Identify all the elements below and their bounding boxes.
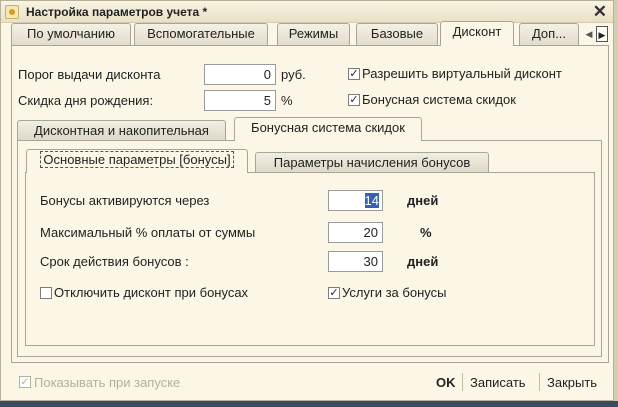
tab-auxiliary[interactable]: Вспомогательные: [134, 23, 268, 45]
ok-button[interactable]: OK: [436, 375, 456, 390]
tab-discount[interactable]: Дисконт: [440, 21, 514, 46]
save-button[interactable]: Записать: [470, 375, 526, 390]
footer-separator: [462, 373, 463, 391]
footer-separator: [539, 373, 540, 391]
threshold-label: Порог выдачи дисконта: [18, 67, 161, 82]
bonus-system-panel: Основные параметры [бонусы] Параметры на…: [17, 140, 602, 357]
window-title: Настройка параметров учета *: [26, 5, 208, 19]
allow-virtual-discount-checkbox[interactable]: ✓: [348, 68, 360, 80]
tab-main-bonus-params-label: Основные параметры [бонусы]: [40, 151, 234, 168]
birthday-discount-unit: %: [281, 93, 293, 108]
bonus-activate-label: Бонусы активируются через: [40, 193, 210, 208]
disable-discount-label[interactable]: Отключить дисконт при бонусах: [54, 285, 248, 300]
birthday-discount-input[interactable]: 5: [204, 90, 276, 111]
threshold-input[interactable]: 0: [204, 64, 276, 85]
bonus-activate-input[interactable]: 14: [328, 190, 383, 211]
window-edge: [614, 0, 618, 401]
tab-discount-accumulative[interactable]: Дисконтная и накопительная: [17, 120, 226, 141]
tab-scroll-right-icon[interactable]: ▶: [596, 26, 608, 42]
bonus-system-checkbox[interactable]: ✓: [348, 94, 360, 106]
max-payment-percent-label: Максимальный % оплаты от суммы: [40, 225, 256, 240]
bonus-activate-unit: дней: [407, 193, 439, 208]
title-bar[interactable]: Настройка параметров учета * ✕: [1, 1, 613, 23]
bonus-validity-input[interactable]: 30: [328, 251, 383, 272]
settings-window: Настройка параметров учета * ✕ По умолча…: [0, 0, 614, 401]
tab-base[interactable]: Базовые: [356, 23, 438, 45]
show-on-start-label[interactable]: Показывать при запуске: [34, 375, 180, 390]
discount-tab-panel: Порог выдачи дисконта 0 руб. Скидка дня …: [11, 45, 609, 363]
app-icon: [5, 5, 19, 19]
disable-discount-checkbox[interactable]: [40, 287, 52, 299]
max-payment-percent-unit: %: [420, 225, 432, 240]
show-on-start-checkbox[interactable]: ✓: [19, 376, 31, 388]
tab-additional[interactable]: Доп...: [519, 23, 579, 45]
bonus-activate-value: 14: [364, 193, 379, 208]
birthday-discount-label: Скидка дня рождения:: [18, 93, 154, 108]
top-tab-strip: По умолчанию Вспомогательные Режимы Базо…: [11, 21, 609, 46]
services-for-bonuses-checkbox[interactable]: ✓: [328, 287, 340, 299]
tab-scroll-left-icon[interactable]: ◀: [583, 26, 595, 42]
allow-virtual-discount-label[interactable]: Разрешить виртуальный дисконт: [362, 66, 562, 81]
tab-main-bonus-params[interactable]: Основные параметры [бонусы]: [26, 149, 248, 173]
max-payment-percent-input[interactable]: 20: [328, 222, 383, 243]
close-icon[interactable]: ✕: [593, 2, 607, 22]
bonus-system-label[interactable]: Бонусная система скидок: [362, 92, 516, 107]
tab-bonus-system[interactable]: Бонусная система скидок: [234, 117, 422, 141]
threshold-unit: руб.: [281, 67, 306, 82]
tab-modes[interactable]: Режимы: [277, 23, 350, 45]
bonus-validity-unit: дней: [407, 254, 439, 269]
bonus-validity-label: Срок действия бонусов :: [40, 254, 189, 269]
desktop-background: [0, 401, 618, 407]
tab-defaults[interactable]: По умолчанию: [11, 23, 131, 45]
close-button[interactable]: Закрыть: [547, 375, 597, 390]
services-for-bonuses-label[interactable]: Услуги за бонусы: [342, 285, 446, 300]
tab-bonus-accrual-params[interactable]: Параметры начисления бонусов: [255, 152, 489, 173]
bonus-main-params-panel: Бонусы активируются через 14 дней Максим…: [25, 172, 595, 346]
tab-scroll-arrows: ◀ ▶: [583, 26, 609, 42]
